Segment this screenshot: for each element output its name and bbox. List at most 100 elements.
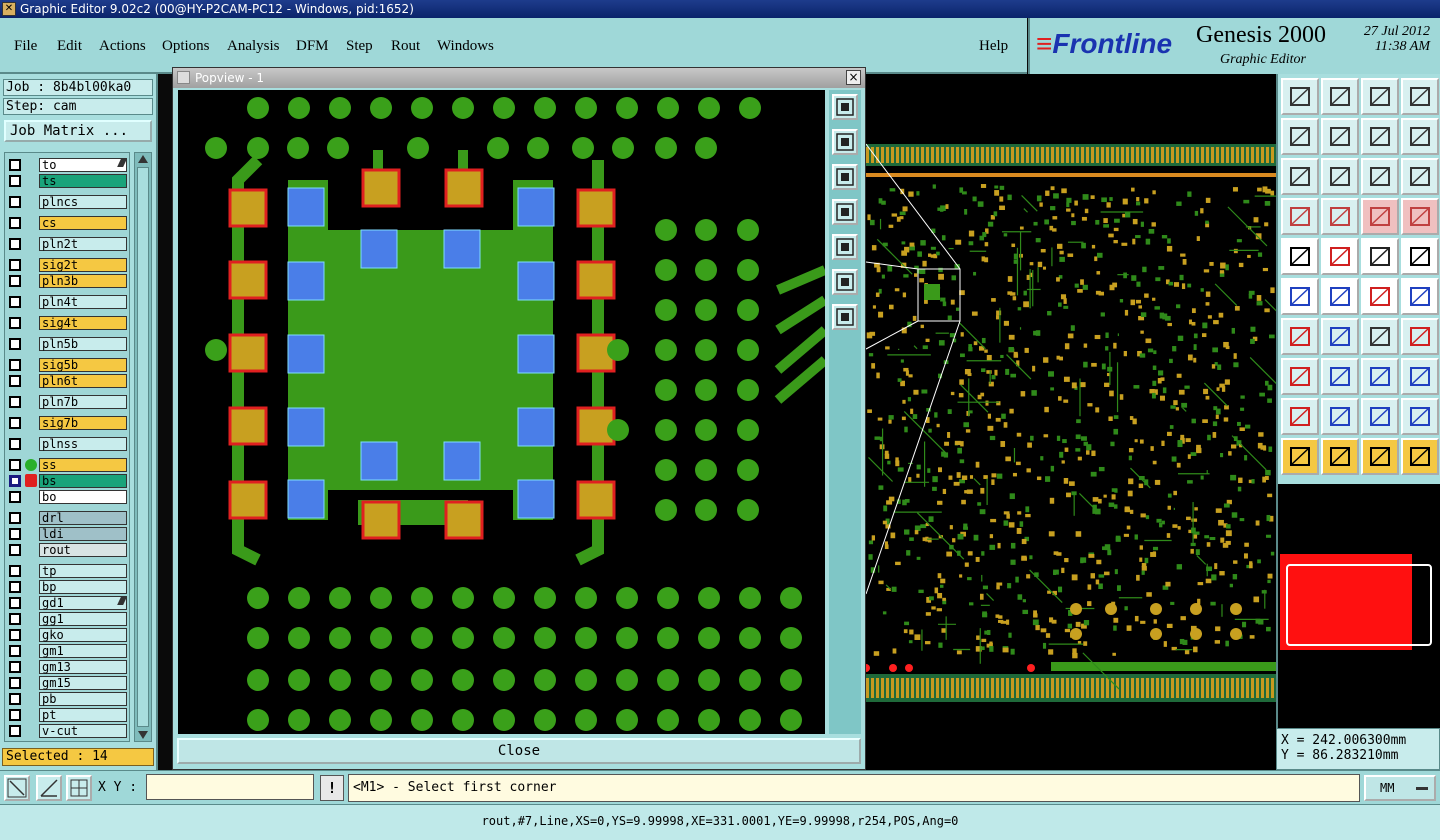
- layer-name[interactable]: sig2t: [39, 258, 127, 272]
- tool-button[interactable]: [1321, 118, 1359, 155]
- tool-button[interactable]: [1361, 398, 1399, 435]
- layer-checkbox[interactable]: [9, 661, 21, 673]
- layer-checkbox[interactable]: [9, 645, 21, 657]
- tool-button[interactable]: [1321, 158, 1359, 195]
- popview-close-icon[interactable]: ×: [846, 70, 861, 85]
- tool-button[interactable]: [1281, 398, 1319, 435]
- layer-checkbox[interactable]: [9, 238, 21, 250]
- layer-checkbox[interactable]: [9, 512, 21, 524]
- layer-checkbox[interactable]: [9, 528, 21, 540]
- scroll-up-icon[interactable]: [138, 155, 148, 163]
- layer-row[interactable]: bs: [5, 473, 129, 489]
- tool-button[interactable]: [1361, 158, 1399, 195]
- menu-help[interactable]: Help: [979, 38, 1008, 55]
- layer-row[interactable]: gko: [5, 627, 129, 643]
- tool-button[interactable]: [1281, 438, 1319, 475]
- layer-checkbox[interactable]: [9, 338, 21, 350]
- layer-name[interactable]: sig5b: [39, 358, 127, 372]
- layer-name[interactable]: plncs: [39, 195, 127, 209]
- menu-analysis[interactable]: Analysis: [227, 38, 280, 55]
- popview-canvas[interactable]: [178, 90, 825, 734]
- layer-row[interactable]: ss: [5, 457, 129, 473]
- popview-close-button[interactable]: Close: [177, 738, 861, 764]
- layer-checkbox[interactable]: [9, 396, 21, 408]
- tool-button[interactable]: [1361, 238, 1399, 275]
- layer-row[interactable]: to: [5, 157, 129, 173]
- layer-name[interactable]: gd1: [39, 596, 127, 610]
- layer-name[interactable]: gg1: [39, 612, 127, 626]
- layer-name[interactable]: pln7b: [39, 395, 127, 409]
- layer-row[interactable]: sig2t: [5, 257, 129, 273]
- tool-button[interactable]: [1321, 238, 1359, 275]
- layer-checkbox[interactable]: [9, 597, 21, 609]
- layer-name[interactable]: bp: [39, 580, 127, 594]
- popview-tool-button[interactable]: [832, 234, 858, 260]
- layer-checkbox[interactable]: [9, 217, 21, 229]
- tool-button[interactable]: [1401, 78, 1439, 115]
- layer-checkbox[interactable]: [9, 613, 21, 625]
- tool-button[interactable]: [1361, 318, 1399, 355]
- xy-input[interactable]: [146, 774, 314, 800]
- layer-row[interactable]: pln4t: [5, 294, 129, 310]
- layer-checkbox[interactable]: [9, 317, 21, 329]
- layer-name[interactable]: ldi: [39, 527, 127, 541]
- tool-button[interactable]: [1321, 198, 1359, 235]
- menu-file[interactable]: File: [14, 38, 37, 55]
- tool-button[interactable]: [1361, 198, 1399, 235]
- layer-row[interactable]: pln7b: [5, 394, 129, 410]
- menu-dfm[interactable]: DFM: [296, 38, 329, 55]
- layer-row[interactable]: ldi: [5, 526, 129, 542]
- layer-row[interactable]: cs: [5, 215, 129, 231]
- layer-row[interactable]: gm13: [5, 659, 129, 675]
- layer-checkbox[interactable]: [9, 417, 21, 429]
- layer-scrollbar[interactable]: [134, 152, 152, 742]
- layer-checkbox[interactable]: [9, 544, 21, 556]
- layer-row[interactable]: gm15: [5, 675, 129, 691]
- popview-tool-button[interactable]: [832, 94, 858, 120]
- tool-button[interactable]: [1281, 358, 1319, 395]
- tool-button[interactable]: [1401, 198, 1439, 235]
- layer-name[interactable]: pln6t: [39, 374, 127, 388]
- snap-button[interactable]: [4, 775, 30, 801]
- tool-button[interactable]: [1321, 318, 1359, 355]
- layer-checkbox[interactable]: [9, 175, 21, 187]
- layer-name[interactable]: ss: [39, 458, 127, 472]
- menu-edit[interactable]: Edit: [57, 38, 82, 55]
- popview-tool-button[interactable]: [832, 269, 858, 295]
- popview-tool-button[interactable]: [832, 164, 858, 190]
- tool-button[interactable]: [1361, 438, 1399, 475]
- popview-tool-button[interactable]: [832, 199, 858, 225]
- popview-tool-button[interactable]: [832, 304, 858, 330]
- layer-checkbox[interactable]: [9, 725, 21, 737]
- layer-name[interactable]: pln2t: [39, 237, 127, 251]
- tool-button[interactable]: [1281, 238, 1319, 275]
- exclamation-button[interactable]: !: [320, 775, 344, 801]
- main-canvas[interactable]: [866, 74, 1276, 770]
- layer-row[interactable]: plncs: [5, 194, 129, 210]
- layer-row[interactable]: plnss: [5, 436, 129, 452]
- layer-name[interactable]: gm13: [39, 660, 127, 674]
- layer-name[interactable]: plnss: [39, 437, 127, 451]
- layer-checkbox[interactable]: [9, 565, 21, 577]
- layer-name[interactable]: rout: [39, 543, 127, 557]
- tool-button[interactable]: [1361, 358, 1399, 395]
- tool-button[interactable]: [1321, 398, 1359, 435]
- layer-name[interactable]: pln4t: [39, 295, 127, 309]
- layer-row[interactable]: pln5b: [5, 336, 129, 352]
- layer-checkbox[interactable]: [9, 375, 21, 387]
- tool-button[interactable]: [1401, 358, 1439, 395]
- layer-row[interactable]: sig5b: [5, 357, 129, 373]
- layer-row[interactable]: bo: [5, 489, 129, 505]
- tool-button[interactable]: [1321, 278, 1359, 315]
- layer-checkbox[interactable]: [9, 629, 21, 641]
- scroll-down-icon[interactable]: [138, 731, 148, 739]
- layer-name[interactable]: pt: [39, 708, 127, 722]
- tool-button[interactable]: [1401, 438, 1439, 475]
- layer-checkbox[interactable]: [9, 259, 21, 271]
- layer-name[interactable]: sig4t: [39, 316, 127, 330]
- layer-row[interactable]: gd1: [5, 595, 129, 611]
- tool-button[interactable]: [1401, 318, 1439, 355]
- tool-button[interactable]: [1281, 278, 1319, 315]
- layer-row[interactable]: gm1: [5, 643, 129, 659]
- layer-row[interactable]: v-cut: [5, 723, 129, 739]
